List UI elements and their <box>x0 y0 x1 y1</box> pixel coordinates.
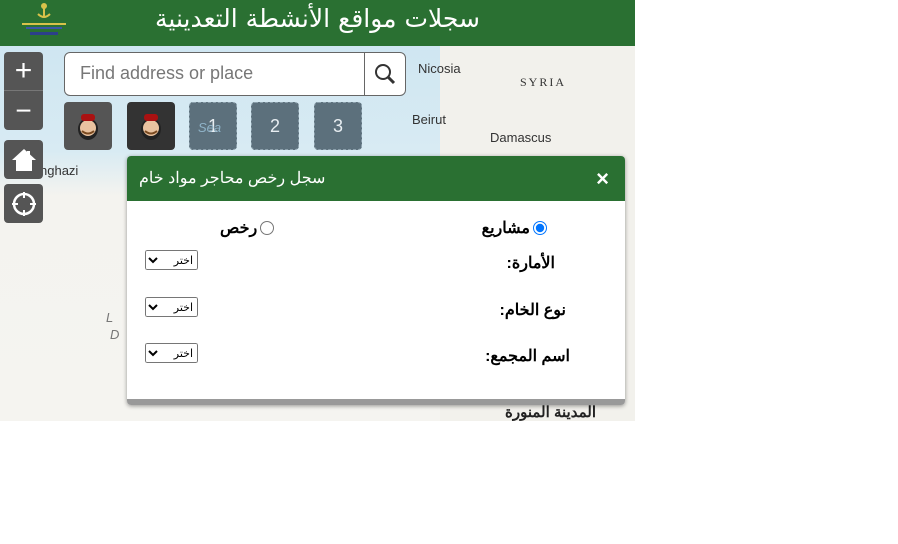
complex-name-label: اسم المجمع: <box>485 348 570 365</box>
ore-type-label: نوع الخام: <box>499 302 566 319</box>
map-label: L <box>106 310 114 325</box>
map-label: Nicosia <box>418 61 461 76</box>
ore-type-select[interactable]: اختر <box>145 297 198 317</box>
radio-licenses[interactable]: رخص <box>220 218 275 238</box>
map-label: المدينة المنورة <box>505 404 596 421</box>
search-icon <box>375 64 396 85</box>
quarry-license-panel: سجل رخص محاجر مواد خام × مشاريع رخص الأم… <box>127 156 625 405</box>
zoom-out-button[interactable]: − <box>4 90 43 130</box>
panel-title: سجل رخص محاجر مواد خام <box>139 170 326 187</box>
panel-scrollbar[interactable] <box>127 399 625 405</box>
ministry-logo <box>22 3 66 35</box>
header: سجلات مواقع الأنشطة التعدينية <box>0 0 635 46</box>
emirate-label: الأمارة: <box>506 255 555 272</box>
radio-licenses-input[interactable] <box>260 221 275 235</box>
panel-header: سجل رخص محاجر مواد خام × <box>127 156 625 201</box>
map-label: Beirut <box>412 112 446 127</box>
radio-projects-label: مشاريع <box>481 220 530 237</box>
avatar-tool-button[interactable] <box>64 102 112 150</box>
emirate-select[interactable]: اختر <box>145 250 198 270</box>
avatar-tool-button-active[interactable] <box>127 102 175 150</box>
page-title: سجلات مواقع الأنشطة التعدينية <box>155 4 480 33</box>
search-widget <box>64 52 406 96</box>
character-icon <box>78 114 98 140</box>
app: سجلات مواقع الأنشطة التعدينية Nicosia SY… <box>0 0 635 421</box>
close-button[interactable]: × <box>596 166 609 192</box>
search-button[interactable] <box>364 53 405 95</box>
complex-name-select[interactable]: اختر <box>145 343 198 363</box>
home-icon <box>11 148 36 171</box>
map-label: D <box>110 327 120 342</box>
character-icon <box>141 114 161 140</box>
crosshair-icon <box>11 191 36 216</box>
map-label: Damascus <box>490 130 552 145</box>
home-button[interactable] <box>4 140 43 179</box>
bookmark-2-button[interactable]: 2 <box>251 102 299 150</box>
locate-button[interactable] <box>4 184 43 223</box>
map-label: SYRIA <box>520 75 567 89</box>
bookmark-1-button[interactable]: 1 <box>189 102 237 150</box>
radio-licenses-label: رخص <box>220 220 258 237</box>
radio-projects-input[interactable] <box>533 221 547 235</box>
radio-projects[interactable]: مشاريع <box>482 218 547 238</box>
bookmark-3-button[interactable]: 3 <box>314 102 362 150</box>
search-input[interactable] <box>65 53 355 93</box>
zoom-in-button[interactable]: + <box>4 52 43 90</box>
map-label: nghazi <box>40 163 79 178</box>
